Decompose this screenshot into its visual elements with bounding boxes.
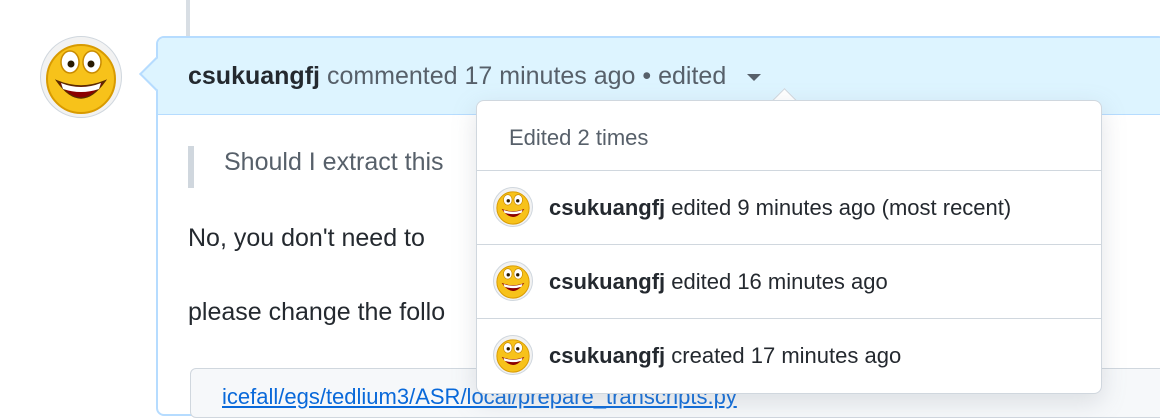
avatar bbox=[493, 335, 533, 375]
edit-history-item[interactable]: csukuangfj edited 16 minutes ago bbox=[477, 245, 1101, 319]
timeline-line bbox=[186, 0, 190, 36]
comment-paragraph: No, you don't need to bbox=[188, 224, 425, 252]
edit-history-text: csukuangfj edited 9 minutes ago (most re… bbox=[549, 193, 1011, 223]
separator-dot: • bbox=[642, 62, 652, 90]
edited-label: edited bbox=[658, 62, 727, 90]
grinning-face-avatar-icon bbox=[46, 44, 116, 114]
avatar bbox=[493, 261, 533, 301]
edit-author: csukuangfj bbox=[549, 343, 666, 368]
comment-header-text: csukuangfj commented 17 minutes ago • ed… bbox=[188, 58, 762, 94]
grinning-face-avatar-icon bbox=[496, 265, 530, 299]
edited-dropdown-toggle[interactable]: edited bbox=[658, 62, 762, 90]
edit-history-item[interactable]: csukuangfj edited 9 minutes ago (most re… bbox=[477, 171, 1101, 245]
comment-author-link[interactable]: csukuangfj bbox=[188, 62, 320, 90]
edit-description: edited 9 minutes ago (most recent) bbox=[671, 195, 1012, 220]
comment-paragraph: please change the follo bbox=[188, 298, 446, 326]
grinning-face-avatar-icon bbox=[496, 191, 530, 225]
edit-history-dropdown: Edited 2 times csukuangfj edited 9 minut… bbox=[476, 100, 1102, 394]
edit-history-text: csukuangfj edited 16 minutes ago bbox=[549, 267, 888, 297]
edit-history-header: Edited 2 times bbox=[477, 101, 1101, 171]
edit-history-text: csukuangfj created 17 minutes ago bbox=[549, 341, 901, 371]
edit-description: edited 16 minutes ago bbox=[671, 269, 888, 294]
edit-description: created 17 minutes ago bbox=[671, 343, 902, 368]
blockquote-bar bbox=[188, 146, 194, 188]
edit-author: csukuangfj bbox=[549, 195, 666, 220]
comment-timestamp[interactable]: commented 17 minutes ago bbox=[327, 62, 636, 90]
edit-author: csukuangfj bbox=[549, 269, 666, 294]
edit-history-title: Edited 2 times bbox=[509, 125, 649, 150]
grinning-face-avatar-icon bbox=[496, 339, 530, 373]
avatar bbox=[493, 187, 533, 227]
edit-history-item[interactable]: csukuangfj created 17 minutes ago bbox=[477, 319, 1101, 393]
triangle-down-icon bbox=[747, 73, 762, 81]
blockquote-text: Should I extract this bbox=[224, 148, 444, 176]
author-avatar[interactable] bbox=[40, 36, 122, 118]
